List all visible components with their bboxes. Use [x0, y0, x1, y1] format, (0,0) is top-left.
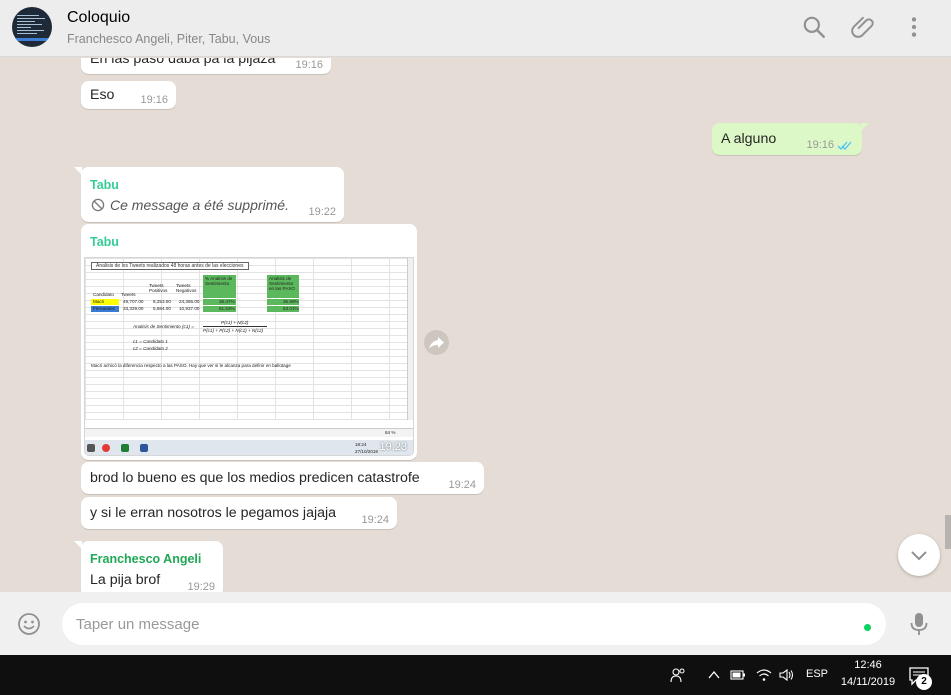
attach-icon[interactable] — [851, 14, 877, 40]
sheet-cell: 36.99% — [283, 299, 299, 304]
sheet-cell: 63.01% — [283, 306, 299, 311]
search-icon[interactable] — [801, 14, 827, 40]
message-incoming[interactable]: Tabu Ce message a été supprimé. 19:22 — [74, 167, 344, 222]
sheet-scrollbar — [407, 258, 413, 420]
sheet-cell: Fernandez — [93, 306, 115, 311]
message-incoming[interactable]: Eso 19:16 — [81, 81, 176, 109]
people-icon[interactable] — [670, 667, 686, 683]
wifi-icon[interactable] — [756, 667, 772, 683]
forward-button[interactable] — [424, 330, 449, 355]
message-text: y si le erran nosotros le pegamos jajaja — [90, 505, 337, 521]
message-incoming[interactable]: y si le erran nosotros le pegamos jajaja… — [81, 497, 397, 529]
sheet-header: Tweets Positivos — [149, 283, 168, 293]
message-time: 19:22 — [308, 206, 336, 218]
language-indicator[interactable]: ESP — [806, 668, 828, 680]
sheet-header: % Analisis de Sentimiento — [205, 276, 233, 286]
message-time: 19:24 — [448, 479, 476, 491]
sheet-header: Tweets Negativos — [176, 283, 197, 293]
sheet-cell: 24,366.00 — [179, 299, 200, 304]
message-time: 19:23 — [379, 441, 407, 453]
chat-title[interactable]: Coloquio — [67, 9, 130, 27]
scroll-down-button[interactable] — [898, 534, 940, 576]
message-incoming[interactable]: Franchesco Angeli La pija brof 19:29 — [74, 541, 223, 592]
sheet-header: Analisis de Sentimiento en las PASO — [269, 276, 295, 291]
message-input[interactable] — [62, 603, 886, 645]
chat-participants[interactable]: Franchesco Angeli, Piter, Tabu, Vous — [67, 32, 270, 46]
sheet-header: Tweets — [121, 292, 136, 297]
message-incoming[interactable]: brod lo bueno es que los medios predicen… — [81, 462, 484, 494]
emoji-icon[interactable] — [17, 612, 41, 636]
message-time: 19:16 — [140, 94, 168, 106]
sheet-formula-denominator: P(c1) + P(c2) + N(c1) + N(c2) — [203, 328, 264, 333]
status-dot — [864, 624, 871, 631]
chat-header: Coloquio Franchesco Angeli, Piter, Tabu,… — [0, 0, 951, 57]
sheet-cell: 8,253.00 — [153, 299, 171, 304]
microphone-icon[interactable] — [908, 611, 930, 637]
message-text: La pija brof — [90, 572, 161, 588]
message-sender: Franchesco Angeli — [90, 552, 202, 566]
sheet-cell: 38.47% — [219, 299, 235, 304]
forward-icon — [429, 337, 444, 349]
sheet-formula-label: Analisis de Sentimiento (c1) = — [133, 324, 194, 329]
message-text: Eso — [90, 87, 115, 103]
volume-icon[interactable] — [778, 667, 794, 683]
message-sender: Tabu — [90, 235, 119, 249]
deleted-icon — [91, 198, 105, 212]
battery-icon[interactable] — [730, 667, 746, 683]
message-list[interactable]: En las paso daba pa la pijaza 19:16 Eso … — [0, 58, 951, 592]
compose-bar — [0, 592, 951, 655]
menu-icon[interactable] — [901, 14, 927, 40]
sheet-note: Macri achicó la diferencia respecto a la… — [91, 363, 291, 368]
sheet-c2-def: c2 = Candidato 2 — [133, 346, 168, 351]
message-outgoing[interactable]: A alguno 19:16 — [712, 123, 869, 155]
message-text: brod lo bueno es que los medios predicen… — [90, 470, 420, 486]
sheet-header: Candidato — [93, 292, 114, 297]
sheet-cell: 49,707.00 — [123, 299, 144, 304]
os-taskbar: ESP 12:46 14/11/2019 2 — [0, 655, 951, 695]
message-time: 19:24 — [361, 514, 389, 526]
message-text: A alguno — [721, 131, 777, 147]
sheet-cell: 10,937.00 — [179, 306, 200, 311]
sheet-c1-def: c1 = Candidato 1 — [133, 339, 168, 344]
spreadsheet-screenshot-image[interactable]: Analisis de los Tweets realizados 48 hor… — [84, 257, 414, 456]
sheet-cell: 5,684.00 — [153, 306, 171, 311]
sheet-cell: Macri — [93, 299, 105, 304]
chevron-up-icon[interactable] — [706, 667, 722, 683]
sheet-cell: 33,329.00 — [123, 306, 144, 311]
sheet-statusbar: 84 % — [85, 428, 413, 437]
clock-time[interactable]: 12:46 — [838, 659, 898, 671]
message-sender: Tabu — [90, 178, 119, 192]
deleted-message-text: Ce message a été supprimé. — [110, 197, 289, 213]
message-time: 19:16 — [806, 139, 834, 151]
sheet-caption: Analisis de los Tweets realizados 48 hor… — [91, 262, 249, 270]
sheet-taskbar: 18:24 27/10/2019 — [85, 440, 413, 455]
chat-scrollbar[interactable] — [945, 515, 951, 549]
message-incoming[interactable]: En las paso daba pa la pijaza 19:16 — [81, 58, 331, 74]
group-avatar[interactable] — [12, 7, 52, 47]
message-image[interactable]: Tabu Analisis de los Tweets realizados 4… — [81, 224, 417, 460]
message-time: 19:29 — [187, 581, 215, 592]
message-text: En las paso daba pa la pijaza — [90, 58, 276, 67]
message-time: 19:16 — [295, 59, 323, 71]
notification-badge: 2 — [916, 674, 932, 690]
clock-date[interactable]: 14/11/2019 — [838, 676, 898, 688]
read-ticks-icon — [837, 141, 852, 150]
sheet-cell: 61.53% — [219, 306, 235, 311]
chevron-down-icon — [911, 551, 927, 561]
sheet-formula-numerator: P(c1) + N(c2) — [221, 320, 249, 325]
